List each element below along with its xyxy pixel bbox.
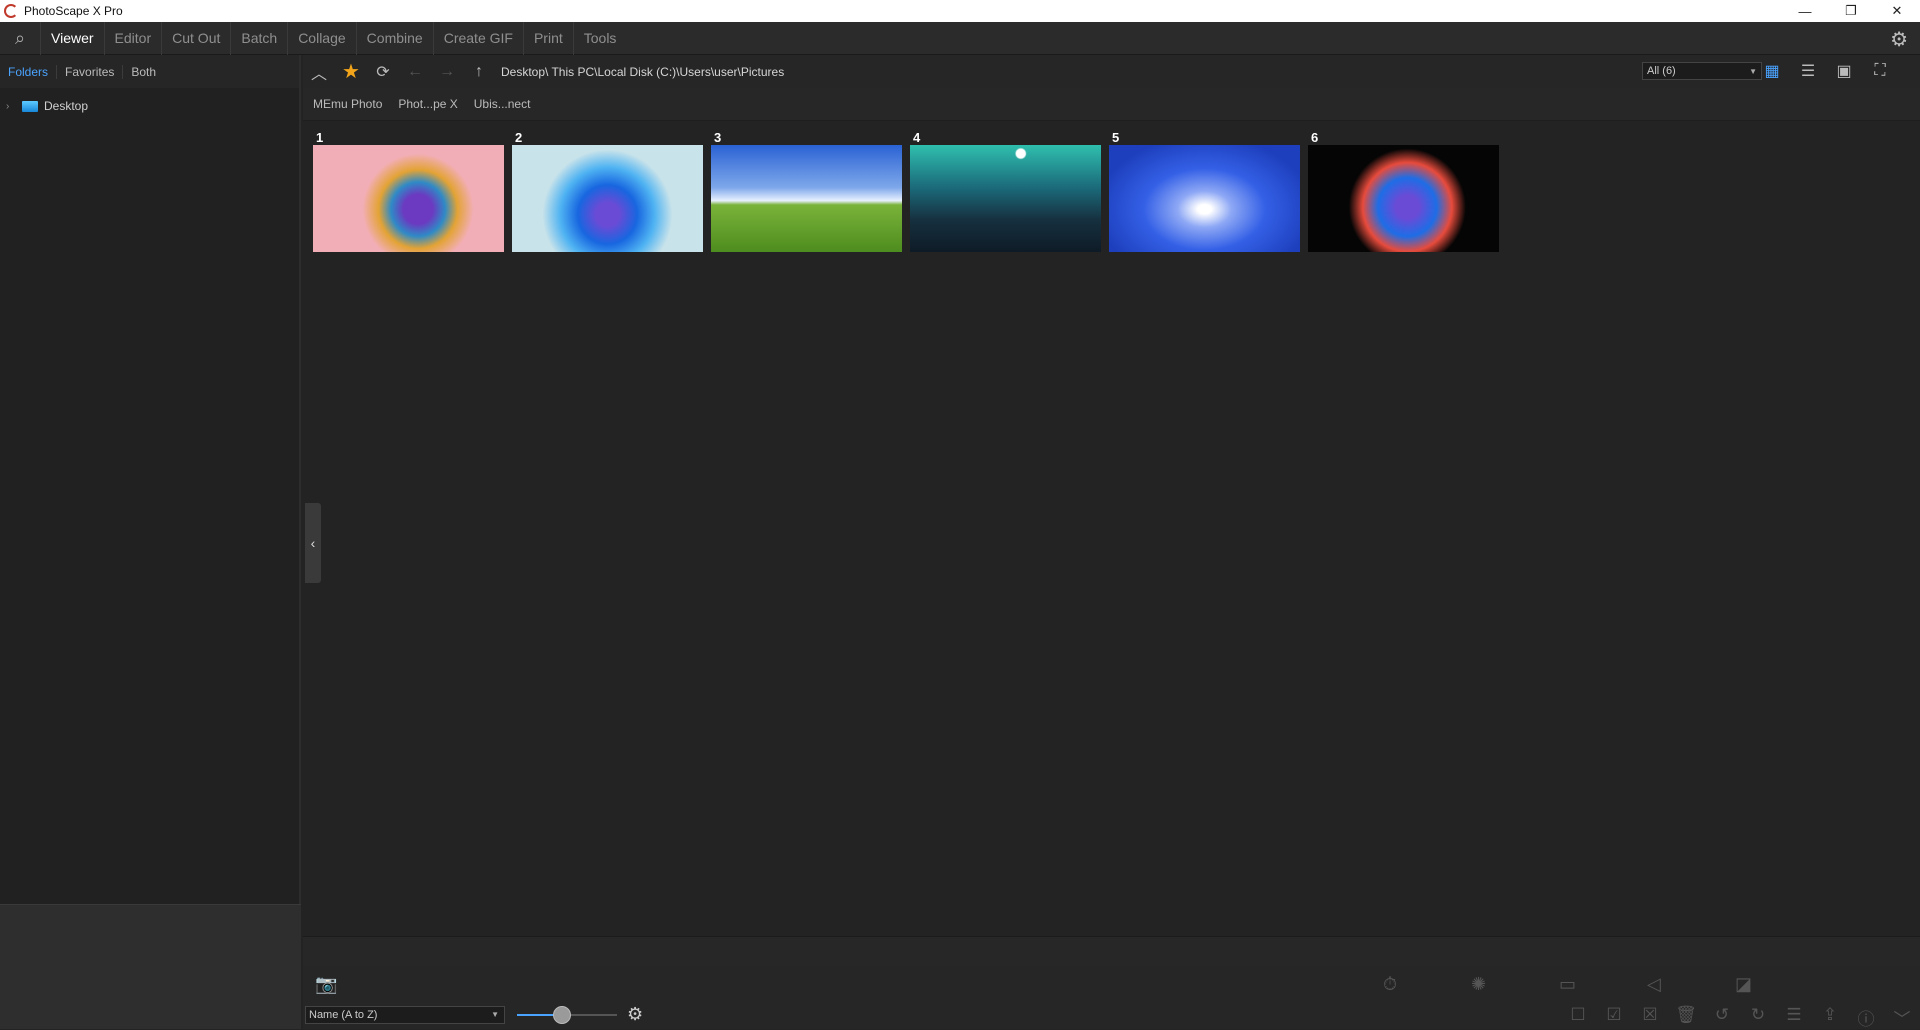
tab-favorites[interactable]: Favorites: [56, 64, 122, 79]
single-view-icon[interactable]: ▣: [1833, 61, 1855, 81]
thumbnail-grid: 1 2 3 4 5 6: [313, 131, 1507, 252]
bookmark-bar: MEmu Photo Phot...pe X Ubis...nect: [303, 88, 1920, 121]
bookmark-ubisoft-connect[interactable]: Ubis...nect: [474, 97, 531, 111]
refresh-icon[interactable]: ⟳: [367, 55, 399, 88]
menu-bar: ⌕ Viewer Editor Cut Out Batch Collage Co…: [0, 21, 1920, 55]
sort-select[interactable]: Name (A to Z) ▼: [305, 1005, 505, 1024]
favorite-star-icon[interactable]: ★: [335, 55, 367, 88]
thumbnail-item[interactable]: 6: [1308, 131, 1499, 252]
thumbnail-image[interactable]: [313, 145, 504, 252]
menu-create-gif[interactable]: Create GIF: [432, 21, 523, 55]
maximize-button[interactable]: ❐: [1828, 0, 1874, 22]
grid-view-icon[interactable]: ▦: [1761, 61, 1783, 81]
menu-viewer[interactable]: Viewer: [40, 21, 104, 55]
thumbnail-number: 6: [1311, 130, 1319, 145]
menu-tools[interactable]: Tools: [572, 21, 627, 55]
deselect-icon[interactable]: ☒: [1632, 1005, 1668, 1030]
thumbnail-size-slider[interactable]: [517, 1005, 617, 1025]
thumbnail-item[interactable]: 2: [512, 131, 703, 252]
viewer-toolbar: ︿ ★ ⟳ ← → ↑ Desktop\ This PC\Local Disk …: [303, 55, 1920, 88]
forward-arrow-icon[interactable]: →: [431, 55, 463, 88]
tree-item-label: Desktop: [44, 99, 89, 113]
path-breadcrumb[interactable]: Desktop\ This PC\Local Disk (C:)\Users\u…: [501, 65, 784, 79]
timer-icon: ⏱: [1383, 974, 1398, 994]
camera-icon: 📷: [315, 974, 338, 994]
thumbnail-number: 5: [1112, 130, 1120, 145]
dropdown-arrow-icon: ▼: [1749, 66, 1757, 76]
select-none-icon[interactable]: ☐: [1560, 1005, 1596, 1030]
folder-panel: Folders Favorites Both › Desktop: [0, 55, 301, 904]
upload-icon[interactable]: ⇪: [1812, 1005, 1848, 1030]
thumbnail-number: 1: [316, 130, 324, 145]
bookmark-memu-photo[interactable]: MEmu Photo: [313, 97, 382, 111]
collapse-panel-button[interactable]: ‹: [305, 503, 321, 583]
thumbnail-image[interactable]: [1308, 145, 1499, 252]
menu-editor[interactable]: Editor: [103, 21, 162, 55]
window-title: PhotoScape X Pro: [24, 4, 123, 18]
expand-down-icon[interactable]: ﹀: [1884, 1005, 1920, 1030]
info-bar: [303, 936, 1920, 966]
tab-folders[interactable]: Folders: [8, 65, 56, 79]
tree-item-desktop[interactable]: › Desktop: [0, 96, 299, 116]
folder-tabs: Folders Favorites Both: [0, 55, 299, 88]
minimize-button[interactable]: —: [1782, 0, 1828, 22]
thumbnail-settings-gear-icon[interactable]: ⚙: [627, 1004, 643, 1025]
adjust-icon[interactable]: ☰: [1776, 1005, 1812, 1030]
thumbnail-number: 2: [515, 130, 523, 145]
thumbnail-item[interactable]: 4: [910, 131, 1101, 252]
thumbnail-image[interactable]: [512, 145, 703, 252]
menu-combine[interactable]: Combine: [355, 21, 433, 55]
filter-value: All (6): [1647, 65, 1676, 77]
thumbnail-item[interactable]: 1: [313, 131, 504, 252]
folder-tree: › Desktop: [0, 88, 299, 116]
aperture-icon: ✺: [1471, 974, 1487, 994]
settings-gear-icon[interactable]: ⚙: [1890, 27, 1908, 52]
menu-print[interactable]: Print: [522, 21, 573, 55]
close-button[interactable]: ✕: [1874, 0, 1920, 22]
thumbnail-number: 4: [913, 130, 921, 145]
dropdown-arrow-icon: ▼: [491, 1010, 499, 1019]
expand-arrow-icon[interactable]: ›: [6, 101, 18, 112]
thumbnail-image[interactable]: [910, 145, 1101, 252]
bookmark-photoscape-x[interactable]: Phot...pe X: [398, 97, 457, 111]
menu-cut-out[interactable]: Cut Out: [161, 21, 230, 55]
rotate-right-icon[interactable]: ↻: [1740, 1005, 1776, 1030]
metadata-icon-bar: 📷 ⏱ ✺ ▭ ◁ ◪: [303, 966, 1920, 1000]
chevron-left-icon: ‹: [310, 535, 316, 551]
app-logo-icon: [4, 4, 18, 18]
sort-value: Name (A to Z): [309, 1008, 378, 1021]
info-icon[interactable]: ⓘ: [1848, 1005, 1884, 1030]
file-filter-select[interactable]: All (6) ▼: [1642, 62, 1762, 80]
thumbnail-image[interactable]: [711, 145, 902, 252]
collapse-up-icon[interactable]: ︿: [303, 55, 335, 88]
thumbnail-item[interactable]: 3: [711, 131, 902, 252]
thumbnail-item[interactable]: 5: [1109, 131, 1300, 252]
title-bar: PhotoScape X Pro — ❐ ✕: [0, 0, 1920, 22]
app-menu-icon[interactable]: ⌕: [0, 22, 40, 55]
thumbnail-number: 3: [714, 130, 722, 145]
delete-icon[interactable]: 🗑: [1668, 1005, 1704, 1030]
up-arrow-icon[interactable]: ↑: [463, 55, 495, 88]
status-bar: Name (A to Z) ▼ ⚙ ☐ ☑ ☒ 🗑 ↺ ↻ ☰ ⇪ ⓘ ﹀: [303, 1000, 1920, 1029]
tab-both[interactable]: Both: [122, 64, 164, 79]
back-arrow-icon[interactable]: ←: [399, 55, 431, 88]
viewer-main: ︿ ★ ⟳ ← → ↑ Desktop\ This PC\Local Disk …: [303, 55, 1920, 936]
rotate-left-icon[interactable]: ↺: [1704, 1005, 1740, 1030]
exposure-icon: ◁: [1647, 974, 1661, 994]
slider-handle[interactable]: [553, 1005, 571, 1024]
exposure-compensation-icon: ◪: [1735, 974, 1753, 994]
menu-collage[interactable]: Collage: [287, 21, 355, 55]
desktop-folder-icon: [22, 100, 38, 112]
thumbnail-image[interactable]: [1109, 145, 1300, 252]
iso-icon: ▭: [1559, 974, 1577, 994]
preview-panel: [0, 904, 301, 1029]
menu-batch[interactable]: Batch: [230, 21, 287, 55]
list-view-icon[interactable]: ☰: [1797, 61, 1819, 81]
fullscreen-icon[interactable]: ⛶: [1869, 61, 1891, 81]
select-all-icon[interactable]: ☑: [1596, 1005, 1632, 1030]
